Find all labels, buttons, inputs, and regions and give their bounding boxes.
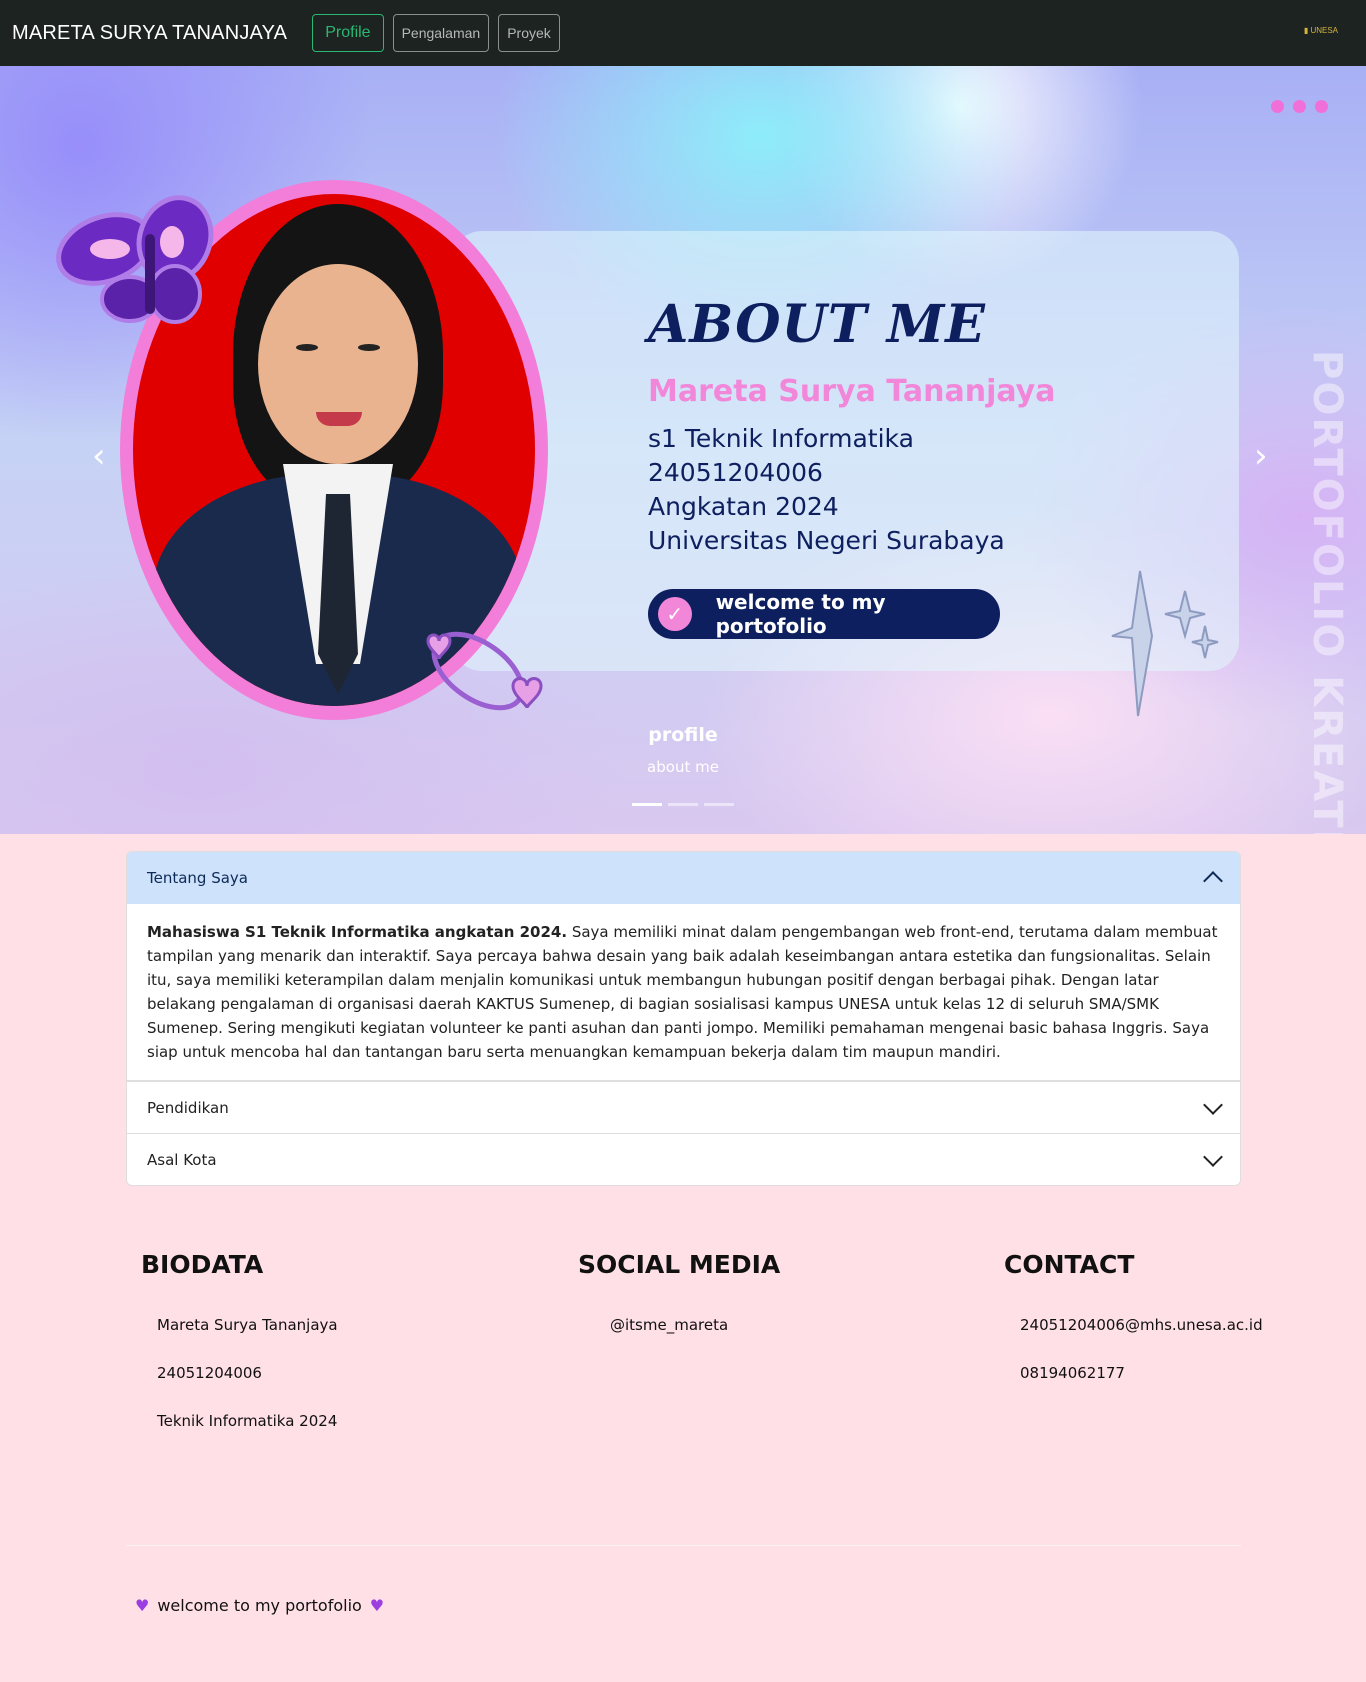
accordion-title: Asal Kota [147,1150,217,1169]
chevron-left-icon[interactable]: ‹ [92,436,106,476]
about-title: ABOUT ME [648,294,986,355]
slide-caption-subtitle: about me [647,758,719,776]
carousel-indicators [632,803,734,806]
indicator-3[interactable] [704,803,734,806]
accordion-title: Tentang Saya [147,869,249,887]
accordion-body-tentang-saya: Mahasiswa S1 Teknik Informatika angkatan… [127,904,1240,1081]
accordion-item-asal-kota: Asal Kota [127,1133,1240,1185]
contact-email[interactable]: 24051204006@mhs.unesa.ac.id [1020,1316,1263,1334]
accordion-header-pendidikan[interactable]: Pendidikan [127,1081,1240,1133]
accordion: Tentang Saya Mahasiswa S1 Teknik Informa… [126,851,1241,1186]
nav-profile-button[interactable]: Profile [312,14,384,52]
chevron-down-icon [1203,1146,1223,1167]
nav-pengalaman-button[interactable]: Pengalaman [392,14,490,52]
biodata-title: BIODATA [141,1250,264,1279]
accordion-header-asal-kota[interactable]: Asal Kota [127,1133,1240,1185]
hero-carousel: ‹ › ABOUT ME Mareta Surya Tananjaya s1 T… [0,66,1366,834]
indicator-2[interactable] [668,803,698,806]
welcome-text: welcome to my portofolio [715,590,886,638]
contact-title: CONTACT [1004,1250,1135,1279]
unesa-logo-text: UNESA [1310,26,1338,35]
dots-decoration [1271,100,1328,113]
biodata-nim: 24051204006 [157,1364,262,1382]
person-name: Mareta Surya Tananjaya [648,374,1056,409]
chevron-up-icon [1203,871,1223,891]
accordion-item-pendidikan: Pendidikan [127,1081,1240,1133]
purple-heart-icon: ♥ [135,1596,150,1615]
chevron-right-icon[interactable]: › [1254,436,1268,476]
chevron-down-icon [1203,1094,1223,1115]
biodata-name: Mareta Surya Tananjaya [157,1316,338,1334]
footer-divider [126,1545,1241,1546]
accordion-item-tentang-saya: Tentang Saya Mahasiswa S1 Teknik Informa… [127,852,1240,1081]
about-bold-text: Mahasiswa S1 Teknik Informatika angkatan… [147,923,568,941]
footer-note-text: welcome to my portofolio [157,1596,362,1615]
welcome-pill: ✓ welcome to my portofolio [648,589,1000,639]
unesa-logo: ▮ UNESA [1303,26,1338,35]
nav-proyek-button[interactable]: Proyek [498,14,560,52]
accordion-title: Pendidikan [147,1098,229,1117]
purple-heart-icon: ♥ [369,1596,385,1615]
info-nim: 24051204006 [648,458,823,487]
info-angkatan: Angkatan 2024 [648,492,839,521]
indicator-1[interactable] [632,803,662,806]
sparkle-icon [1111,570,1219,717]
footer-note: ♥ welcome to my portofolio ♥ [135,1596,384,1615]
check-icon: ✓ [658,597,692,631]
about-text: Saya memiliki minat dalam pengembangan w… [147,923,1218,1061]
accordion-header-tentang-saya[interactable]: Tentang Saya [127,852,1240,904]
slide-caption-title: profile [648,724,718,746]
biodata-program: Teknik Informatika 2024 [157,1412,338,1430]
info-program: s1 Teknik Informatika [648,424,914,453]
instagram-handle[interactable]: @itsme_mareta [610,1316,728,1334]
butterfly-icon [56,195,214,324]
contact-phone[interactable]: 08194062177 [1020,1364,1125,1382]
heart-ring-icon [426,631,543,711]
social-media-title: SOCIAL MEDIA [578,1250,781,1279]
info-university: Universitas Negeri Surabaya [648,526,1005,555]
navbar: MARETA SURYA TANANJAYA Profile Pengalama… [0,0,1366,66]
navbar-brand[interactable]: MARETA SURYA TANANJAYA [12,22,287,45]
